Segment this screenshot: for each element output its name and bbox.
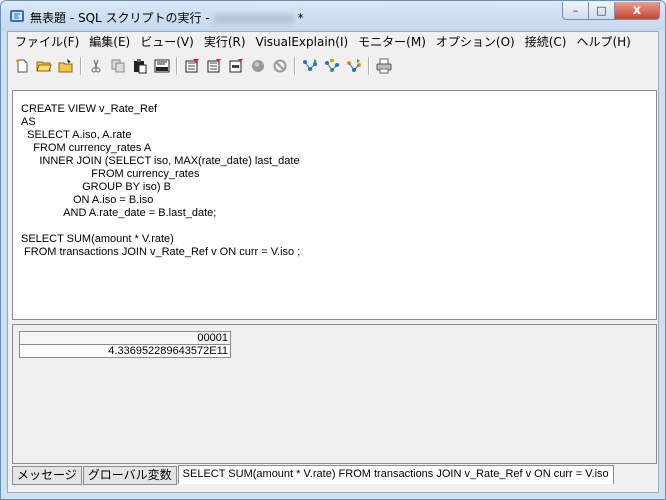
copy-icon	[111, 59, 125, 73]
window-title-prefix: 無表題 - SQL スクリプトの実行 -	[30, 11, 210, 25]
toolbar-separator	[368, 57, 370, 75]
new-file-icon	[16, 59, 28, 73]
menu-visual-explain[interactable]: VisualExplain(I)	[251, 33, 354, 51]
run-selection-icon	[229, 59, 243, 73]
minimize-button[interactable]: –	[562, 2, 589, 20]
stop-button[interactable]	[248, 56, 268, 76]
title-bar[interactable]: 無表題 - SQL スクリプトの実行 - * – □ x	[1, 1, 665, 31]
result-tabs: メッセージ グローバル変数 SELECT SUM(amount * V.rate…	[12, 465, 657, 485]
save-icon	[58, 59, 73, 73]
column-header[interactable]: 00001	[19, 331, 231, 345]
explain-icon	[303, 59, 317, 71]
cancel-icon	[273, 59, 287, 73]
paste-icon	[134, 59, 147, 74]
menu-monitor[interactable]: モニター(M)	[353, 33, 431, 51]
tab-query-result[interactable]: SELECT SUM(amount * V.rate) FROM transac…	[177, 465, 614, 484]
toolbar-separator	[294, 57, 296, 75]
result-cell[interactable]: 4.336952289643572E11	[19, 344, 231, 358]
close-icon: x	[632, 3, 642, 18]
close-button[interactable]: x	[614, 2, 660, 20]
maximize-button[interactable]: □	[588, 2, 615, 20]
results-grid[interactable]: 00001 4.336952289643572E11	[19, 331, 231, 358]
sql-button[interactable]	[152, 56, 172, 76]
results-panel: 00001 4.336952289643572E11	[12, 324, 657, 464]
paste-button[interactable]	[130, 56, 150, 76]
run-selection-button[interactable]	[226, 56, 246, 76]
menu-file[interactable]: ファイル(F)	[10, 33, 84, 51]
print-icon	[376, 58, 392, 74]
toolbar	[8, 53, 662, 79]
explain-step-button[interactable]	[322, 56, 342, 76]
run-button[interactable]	[182, 56, 202, 76]
menu-options[interactable]: オプション(O)	[431, 33, 520, 51]
cancel-button[interactable]	[270, 56, 290, 76]
toolbar-separator	[80, 57, 82, 75]
copy-button[interactable]	[108, 56, 128, 76]
window-title: 無表題 - SQL スクリプトの実行 - *	[30, 9, 304, 26]
run-step-icon	[207, 59, 221, 73]
run-step-button[interactable]	[204, 56, 224, 76]
explain-selection-icon	[347, 59, 361, 72]
stop-icon	[252, 60, 264, 72]
menu-view[interactable]: ビュー(V)	[135, 33, 199, 51]
client-area: ファイル(F) 編集(E) ビュー(V) 実行(R) VisualExplain…	[7, 31, 659, 493]
app-icon	[10, 10, 24, 22]
explain-selection-button[interactable]	[344, 56, 364, 76]
blurred-connection-name	[213, 13, 294, 24]
menu-help[interactable]: ヘルプ(H)	[571, 33, 635, 51]
menu-connect[interactable]: 接続(C)	[520, 33, 572, 51]
menu-bar: ファイル(F) 編集(E) ビュー(V) 実行(R) VisualExplain…	[8, 32, 660, 52]
explain-button[interactable]	[300, 56, 320, 76]
grid-header-row: 00001	[19, 331, 231, 345]
tab-global-variables[interactable]: グローバル変数	[82, 466, 177, 485]
minimize-icon: –	[572, 4, 579, 17]
window-title-suffix: *	[297, 11, 304, 25]
toolbar-separator	[176, 57, 178, 75]
new-file-button[interactable]	[12, 56, 32, 76]
table-row[interactable]: 4.336952289643572E11	[19, 344, 231, 358]
sql-script-window: 無表題 - SQL スクリプトの実行 - * – □ x ファイル(F) 編集(E…	[0, 0, 666, 500]
open-button[interactable]	[34, 56, 54, 76]
sql-editor[interactable]: CREATE VIEW v_Rate_Ref AS SELECT A.iso, …	[12, 90, 657, 320]
tab-messages[interactable]: メッセージ	[12, 466, 82, 485]
menu-run[interactable]: 実行(R)	[199, 33, 251, 51]
run-icon	[185, 59, 199, 73]
print-button[interactable]	[374, 56, 394, 76]
cut-icon	[91, 59, 101, 73]
menu-edit[interactable]: 編集(E)	[84, 33, 135, 51]
sql-icon	[154, 59, 170, 73]
sql-text[interactable]: CREATE VIEW v_Rate_Ref AS SELECT A.iso, …	[13, 91, 656, 259]
open-folder-icon	[36, 61, 52, 72]
maximize-icon: □	[596, 4, 607, 17]
explain-step-icon	[325, 59, 339, 72]
save-button[interactable]	[56, 56, 76, 76]
cut-button[interactable]	[86, 56, 106, 76]
